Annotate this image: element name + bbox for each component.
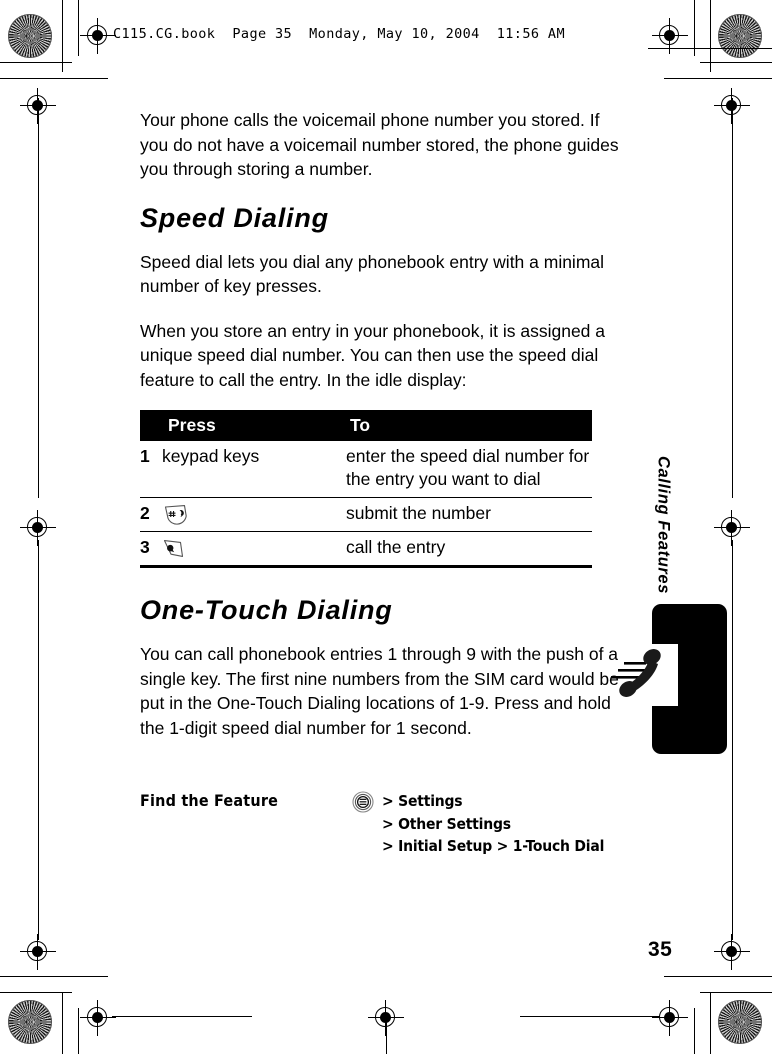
menu-path-row: > Settings xyxy=(382,790,604,813)
step-number: 1 xyxy=(140,441,162,498)
step-action-text: submit the number xyxy=(346,497,592,532)
one-touch-dialing-paragraph: You can call phonebook entries 1 through… xyxy=(140,644,619,738)
crop-line xyxy=(112,1016,252,1018)
crop-line xyxy=(78,1008,80,1054)
crop-line xyxy=(648,48,772,50)
menu-item-other-settings[interactable]: Other Settings xyxy=(398,815,511,833)
step-press-cell xyxy=(162,497,346,532)
menu-item-initial-setup-one-touch-dial[interactable]: Initial Setup > 1-Touch Dial xyxy=(398,837,604,855)
speed-dial-steps-table: Press To 1 keypad keys enter the speed d… xyxy=(140,410,592,568)
step-press-text: keypad keys xyxy=(162,446,260,466)
speed-dialing-paragraph-2: When you store an entry in your phoneboo… xyxy=(140,320,605,390)
crop-line xyxy=(62,0,64,72)
step-action-text: enter the speed dial number for the entr… xyxy=(346,441,592,498)
registration-mark-icon xyxy=(80,18,116,54)
radial-target-icon xyxy=(8,1000,52,1044)
crop-line xyxy=(78,0,80,56)
table-row: 2 submit the number xyxy=(140,497,592,532)
pound-key-icon xyxy=(162,504,192,525)
one-touch-dialing-heading: One-Touch Dialing xyxy=(140,595,393,625)
crop-line xyxy=(38,98,40,498)
crop-line xyxy=(664,976,772,978)
feature-menu-path: > Settings > Other Settings > Initial Se… xyxy=(382,790,604,858)
table-row: 1 keypad keys enter the speed dial numbe… xyxy=(140,441,592,498)
column-header-to: To xyxy=(346,410,592,441)
chapter-side-tab: Calling Features xyxy=(648,440,678,610)
step-press-cell xyxy=(162,531,346,568)
page-title: Speed Dialing xyxy=(140,202,329,233)
crop-line xyxy=(0,78,108,80)
find-the-feature-path-group: > Settings > Other Settings > Initial Se… xyxy=(352,790,604,858)
registration-mark-icon xyxy=(80,1000,116,1036)
page-number: 35 xyxy=(648,938,673,961)
path-separator: > xyxy=(382,814,394,833)
column-header-press: Press xyxy=(162,410,346,441)
table-header: Press To xyxy=(140,410,592,441)
radial-target-icon xyxy=(8,14,52,58)
step-press-cell: keypad keys xyxy=(162,441,346,498)
radial-target-icon xyxy=(718,1000,762,1044)
page-content: Your phone calls the voicemail phone num… xyxy=(140,108,626,760)
crop-line xyxy=(386,1016,388,1054)
step-number: 3 xyxy=(140,531,162,568)
crop-line xyxy=(520,1016,660,1018)
find-the-feature-block: Find the Feature > Settings > Other Sett… xyxy=(140,790,610,858)
registration-mark-icon xyxy=(652,1000,688,1036)
phone-handset-illustration xyxy=(608,602,766,762)
crop-line xyxy=(62,992,64,1054)
menu-item-settings[interactable]: Settings xyxy=(398,792,462,810)
book-slug-line: C115.CG.book Page 35 Monday, May 10, 200… xyxy=(113,26,565,42)
crop-line xyxy=(732,98,734,498)
speed-dialing-paragraph-1: Speed dial lets you dial any phonebook e… xyxy=(140,251,605,297)
menu-circle-icon xyxy=(352,791,374,813)
menu-path-row: > Other Settings xyxy=(382,813,604,836)
crop-line xyxy=(694,1008,696,1054)
path-separator: > xyxy=(382,792,394,810)
send-key-icon xyxy=(162,538,192,559)
find-the-feature-label: Find the Feature xyxy=(140,791,279,810)
crop-line xyxy=(38,540,40,940)
chapter-side-tab-label: Calling Features xyxy=(654,456,673,594)
radial-target-icon xyxy=(718,14,762,58)
table-header-row: Press To xyxy=(140,410,592,441)
step-action-text: call the entry xyxy=(346,531,592,568)
intro-paragraph: Your phone calls the voicemail phone num… xyxy=(140,110,619,179)
column-header-number xyxy=(140,410,162,441)
table-body: 1 keypad keys enter the speed dial numbe… xyxy=(140,441,592,568)
crop-line xyxy=(664,78,772,80)
path-separator: > xyxy=(382,837,394,855)
crop-line xyxy=(710,0,712,72)
telephone-handset-icon xyxy=(608,644,678,706)
crop-line xyxy=(0,976,108,978)
table-row: 3 call the entry xyxy=(140,531,592,568)
step-number: 2 xyxy=(140,497,162,532)
crop-line xyxy=(710,992,712,1054)
menu-path-row: > Initial Setup > 1-Touch Dial xyxy=(382,835,604,858)
